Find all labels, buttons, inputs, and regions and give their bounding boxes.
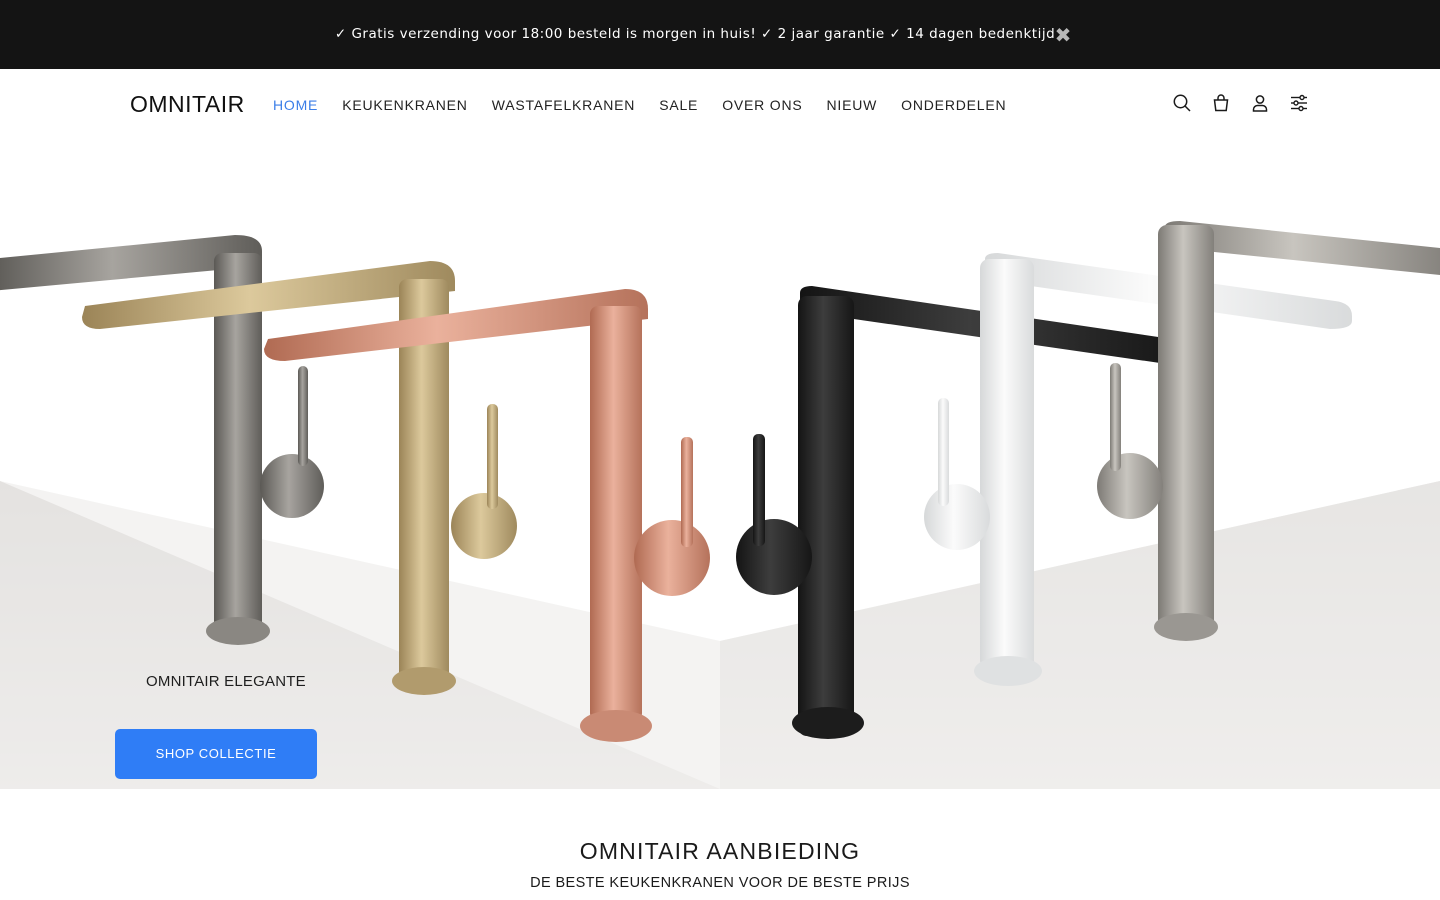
hero-caption: OMNITAIR ELEGANTE — [146, 673, 306, 690]
search-icon[interactable] — [1172, 93, 1192, 113]
close-icon[interactable]: ✖ — [1052, 24, 1074, 46]
header-icons — [1172, 93, 1309, 113]
nav-wastafelkranen[interactable]: WASTAFELKRANEN — [492, 97, 635, 113]
nav-onderdelen[interactable]: ONDERDELEN — [901, 97, 1006, 113]
offer-section-title: OMNITAIR AANBIEDING — [579, 838, 861, 864]
hero-banner: OMNITAIR ELEGANTE SHOP COLLECTIE — [0, 141, 1440, 789]
cart-icon[interactable] — [1211, 93, 1231, 113]
nav-keukenkranen[interactable]: KEUKENKRANEN — [342, 97, 468, 113]
main-nav: HOME KEUKENKRANEN WASTAFELKRANEN SALE OV… — [273, 69, 1030, 141]
account-icon[interactable] — [1250, 93, 1270, 113]
nav-home[interactable]: HOME — [273, 97, 318, 113]
nav-over-ons[interactable]: OVER ONS — [722, 97, 802, 113]
logo[interactable]: OMNITAIR — [130, 91, 245, 118]
shop-collection-button[interactable]: SHOP COLLECTIE — [115, 729, 317, 779]
site-header: OMNITAIR HOME KEUKENKRANEN WASTAFELKRANE… — [0, 69, 1440, 141]
nav-sale[interactable]: SALE — [659, 97, 698, 113]
nav-nieuw[interactable]: NIEUW — [827, 97, 878, 113]
announcement-bar: ✓ Gratis verzending voor 18:00 besteld i… — [0, 0, 1440, 69]
offer-section-subtitle: DE BESTE KEUKENKRANEN VOOR DE BESTE PRIJ… — [530, 875, 910, 891]
filter-settings-icon[interactable] — [1289, 93, 1309, 113]
announcement-text: ✓ Gratis verzending voor 18:00 besteld i… — [334, 26, 1056, 42]
hero-faucets-image — [0, 221, 1440, 789]
